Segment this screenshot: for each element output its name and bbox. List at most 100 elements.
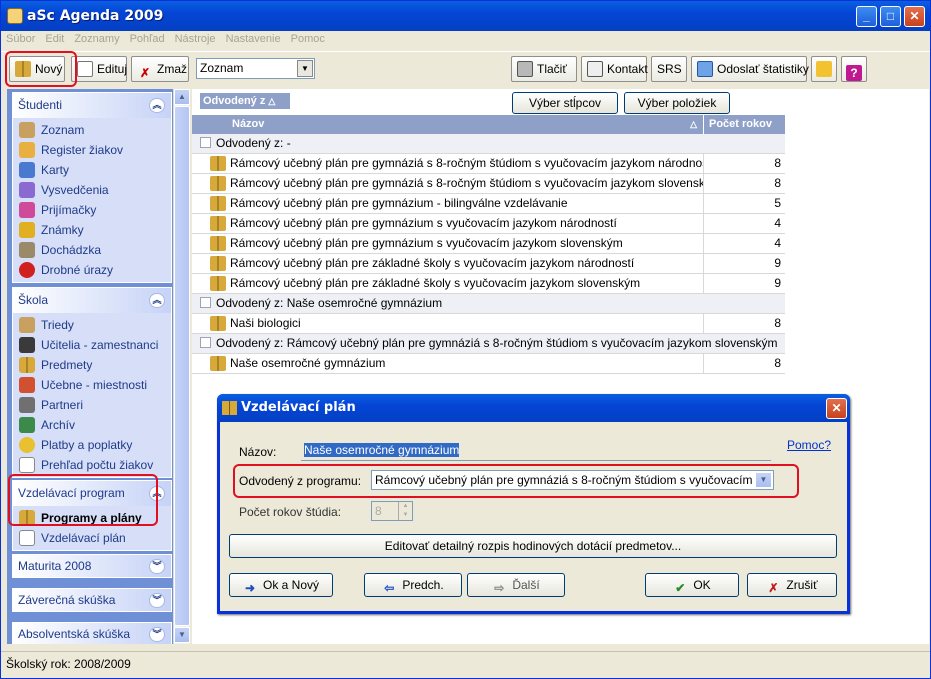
panel-absolventska[interactable]: Absolventská skúška ︾ <box>12 622 172 644</box>
table-row[interactable]: Rámcový učebný plán pre gymnázium - bili… <box>192 194 785 214</box>
table-row[interactable]: Rámcový učebný plán pre základné školy s… <box>192 274 785 294</box>
book-icon <box>210 356 226 371</box>
group-row[interactable]: Odvodený z: Naše osemročné gymnázium <box>192 294 785 314</box>
group-row[interactable]: Odvodený z: Rámcový učebný plán pre gymn… <box>192 334 785 354</box>
sidebar-item-zoznam[interactable]: Zoznam <box>13 120 171 140</box>
stepper-down-icon[interactable]: ▼ <box>398 511 412 520</box>
panel-studenti-header[interactable]: Študenti ︽ <box>13 93 171 118</box>
table-row[interactable]: Naše osemročné gymnázium 8 <box>192 354 785 374</box>
expand-checkbox[interactable] <box>200 297 211 308</box>
ok-new-button[interactable]: ➜ Ok a Nový <box>229 573 333 597</box>
panel-skola-header[interactable]: Škola ︽ <box>13 288 171 313</box>
menu-view[interactable]: Pohľad <box>125 31 170 47</box>
print-button[interactable]: Tlačiť <box>511 56 577 82</box>
chevron-down-icon[interactable]: ▼ <box>297 60 313 77</box>
table-row[interactable]: Rámcový učebný plán pre gymnázium s vyuč… <box>192 214 785 234</box>
sidebar-item-register[interactable]: Register žiakov <box>13 140 171 160</box>
table-row[interactable]: Rámcový učebný plán pre gymnáziá s 8-roč… <box>192 154 785 174</box>
edit-detail-button[interactable]: Editovať detailný rozpis hodinových dotá… <box>229 534 837 558</box>
certificate-icon <box>19 182 35 198</box>
chevron-down-icon[interactable]: ︾ <box>149 593 165 608</box>
ok-label: OK <box>693 578 711 592</box>
cancel-button[interactable]: ✗ Zrušiť <box>747 573 837 597</box>
scroll-up-icon[interactable]: ▲ <box>174 89 190 105</box>
sidebar-item-karty[interactable]: Karty <box>13 160 171 180</box>
help-link[interactable]: Pomoc? <box>787 438 831 452</box>
menu-file[interactable]: Súbor <box>1 31 40 47</box>
col-header-name[interactable]: Názov △ <box>200 115 704 134</box>
chevron-up-icon[interactable]: ︽ <box>149 98 165 113</box>
view-combo[interactable]: Zoznam ▼ <box>196 58 315 79</box>
sidebar-item-partneri[interactable]: Partneri <box>13 395 171 415</box>
sidebar-item-znamky[interactable]: Známky <box>13 220 171 240</box>
group-by-header[interactable]: Odvodený z △ <box>200 93 290 109</box>
view-combo-value: Zoznam <box>200 61 244 75</box>
minimize-button[interactable]: _ <box>856 6 877 27</box>
sidebar-item-vysvedcenia[interactable]: Vysvedčenia <box>13 180 171 200</box>
chevron-up-icon[interactable]: ︽ <box>149 293 165 308</box>
menu-tools[interactable]: Nástroje <box>170 31 221 47</box>
delete-button[interactable]: ✗ Zmaž <box>131 56 189 82</box>
ok-button[interactable]: ✔ OK <box>645 573 739 597</box>
close-button[interactable]: ✕ <box>904 6 925 27</box>
edit-button[interactable]: Edituj <box>71 56 127 82</box>
next-button[interactable]: ⇨ Ďalší <box>467 573 565 597</box>
select-items-button[interactable]: Výber položiek <box>624 92 730 114</box>
table-row[interactable]: Rámcový učebný plán pre základné školy s… <box>192 254 785 274</box>
book-icon <box>210 176 226 191</box>
panel-maturita[interactable]: Maturita 2008 ︾ <box>12 554 172 578</box>
sidebar-item-archiv[interactable]: Archív <box>13 415 171 435</box>
prev-button[interactable]: ⇦ Predch. <box>364 573 462 597</box>
table-row[interactable]: Naši biologici 8 <box>192 314 785 334</box>
book-icon <box>19 357 35 373</box>
sidebar-item-ucitelia[interactable]: Učitelia - zamestnanci <box>13 335 171 355</box>
sidebar-item-dochadzka[interactable]: Dochádzka <box>13 240 171 260</box>
sidebar-scrollbar[interactable]: ▲ ▼ <box>173 89 190 644</box>
chevron-down-icon[interactable]: ︾ <box>149 559 165 574</box>
send-stats-label: Odoslať štatistiky <box>717 62 809 76</box>
menu-help[interactable]: Pomoc <box>286 31 330 47</box>
expand-checkbox[interactable] <box>200 137 211 148</box>
menu-settings[interactable]: Nastavenie <box>221 31 286 47</box>
col-header-years[interactable]: Počet rokov <box>705 115 785 134</box>
highlight-new <box>5 51 77 87</box>
table-row[interactable]: Rámcový učebný plán pre gymnáziá s 8-roč… <box>192 174 785 194</box>
admission-icon <box>19 202 35 218</box>
grid-header: Názov △ Počet rokov <box>192 115 785 134</box>
sidebar-item-urazy[interactable]: Drobné úrazy <box>13 260 171 280</box>
maximize-button[interactable]: □ <box>880 6 901 27</box>
name-input[interactable]: Naše osemročné gymnázium <box>301 441 771 461</box>
scroll-thumb[interactable] <box>174 106 190 626</box>
table-row[interactable]: Rámcový učebný plán pre gymnázium s vyuč… <box>192 234 785 254</box>
cell-years: 8 <box>774 316 781 330</box>
item-label: Vysvedčenia <box>41 183 109 197</box>
menu-lists[interactable]: Zoznamy <box>69 31 124 47</box>
lock-icon <box>19 142 35 158</box>
expand-checkbox[interactable] <box>200 337 211 348</box>
chevron-down-icon[interactable]: ︾ <box>149 627 165 642</box>
coins-icon <box>19 437 35 453</box>
cell-years: 8 <box>774 156 781 170</box>
sidebar-item-ucebne[interactable]: Učebne - miestnosti <box>13 375 171 395</box>
scroll-down-icon[interactable]: ▼ <box>174 627 190 643</box>
srs-button[interactable]: SRS <box>651 56 687 82</box>
sidebar-item-vzdelavaci-plan[interactable]: Vzdelávací plán <box>13 528 171 548</box>
item-label: Triedy <box>41 318 74 332</box>
panel-zaverecna[interactable]: Záverečná skúška ︾ <box>12 588 172 612</box>
wizard-button[interactable] <box>811 56 837 82</box>
stepper-up-icon[interactable]: ▲ <box>398 502 412 511</box>
sidebar-item-prehlad[interactable]: Prehľad počtu žiakov <box>13 455 171 475</box>
select-columns-button[interactable]: Výber stĺpcov <box>512 92 618 114</box>
highlight-programy <box>8 474 158 526</box>
dialog-close-button[interactable]: ✕ <box>826 398 847 419</box>
group-row[interactable]: Odvodený z: - <box>192 134 785 154</box>
sidebar-item-triedy[interactable]: Triedy <box>13 315 171 335</box>
years-stepper[interactable]: 8 ▲ ▼ <box>371 501 413 521</box>
help-button[interactable]: ? <box>841 56 867 82</box>
menu-edit[interactable]: Edit <box>40 31 69 47</box>
sidebar-item-platby[interactable]: Platby a poplatky <box>13 435 171 455</box>
send-stats-button[interactable]: Odoslať štatistiky <box>691 56 809 82</box>
contact-button[interactable]: Kontakt <box>581 56 648 82</box>
sidebar-item-predmety[interactable]: Predmety <box>13 355 171 375</box>
sidebar-item-prijimacky[interactable]: Prijímačky <box>13 200 171 220</box>
